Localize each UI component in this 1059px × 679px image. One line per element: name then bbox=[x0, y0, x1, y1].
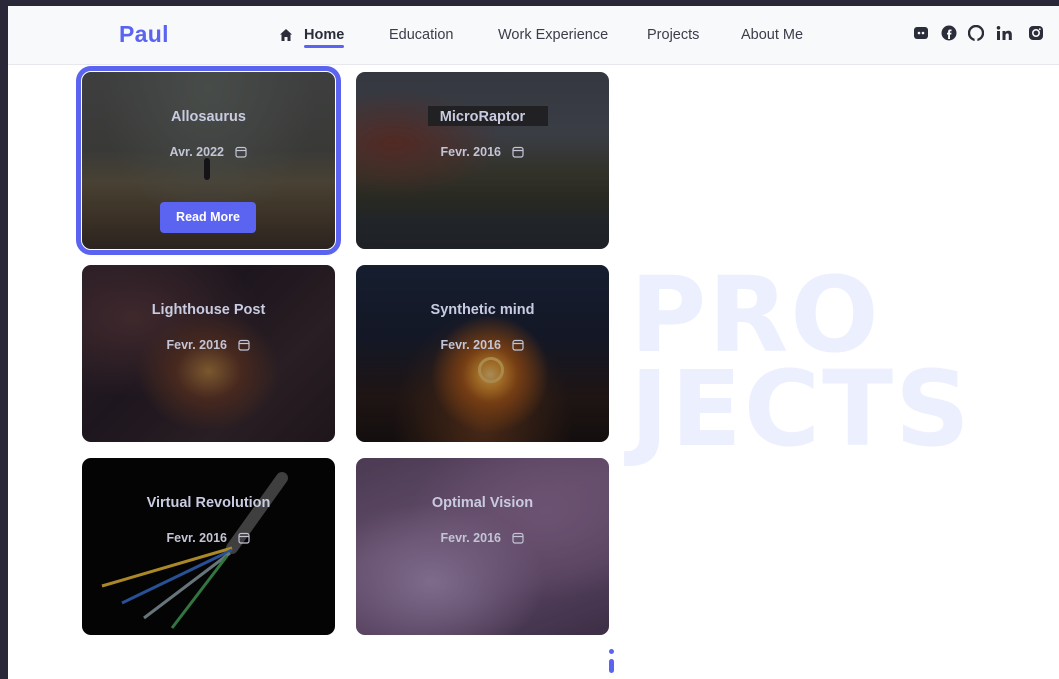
scroll-indicator-bar bbox=[609, 659, 614, 673]
nav-item-about-me[interactable]: About Me bbox=[741, 27, 803, 43]
scroll-indicator[interactable] bbox=[609, 649, 615, 679]
card-date-text: Fevr. 2016 bbox=[440, 531, 501, 545]
calendar-icon bbox=[235, 146, 248, 158]
card-date: Fevr. 2016 bbox=[82, 531, 335, 545]
project-card-lighthouse-post[interactable]: Lighthouse Post Fevr. 2016 bbox=[82, 265, 335, 442]
github-icon[interactable] bbox=[968, 25, 986, 43]
brand-logo[interactable]: Paul bbox=[119, 21, 169, 48]
card-title: Allosaurus bbox=[171, 109, 246, 125]
projects-watermark: PRO JECTS bbox=[630, 263, 972, 470]
card-date: Fevr. 2016 bbox=[356, 338, 609, 352]
scroll-indicator-dot bbox=[609, 649, 614, 654]
nav-item-home[interactable]: Home bbox=[304, 27, 345, 48]
card-date: Fevr. 2016 bbox=[356, 145, 609, 159]
project-card-allosaurus[interactable]: Allosaurus Avr. 2022 Read More bbox=[76, 66, 341, 255]
project-card-synthetic-mind[interactable]: Synthetic mind Fevr. 2016 bbox=[356, 265, 609, 442]
calendar-icon bbox=[512, 532, 525, 544]
instagram-icon[interactable] bbox=[1028, 25, 1046, 43]
card-date-text: Fevr. 2016 bbox=[166, 531, 227, 545]
linkedin-icon[interactable] bbox=[996, 25, 1014, 43]
card-date-text: Fevr. 2016 bbox=[440, 145, 501, 159]
card-date: Avr. 2022 bbox=[82, 145, 335, 159]
read-more-button[interactable]: Read More bbox=[160, 202, 256, 233]
card-title: MicroRaptor bbox=[439, 109, 526, 125]
project-card-virtual-revolution[interactable]: Virtual Revolution Fevr. 2016 bbox=[82, 458, 335, 635]
calendar-icon bbox=[238, 339, 251, 351]
project-card-microraptor[interactable]: MicroRaptor Fevr. 2016 bbox=[356, 72, 609, 249]
home-icon[interactable] bbox=[279, 28, 293, 42]
nav-item-projects[interactable]: Projects bbox=[647, 27, 699, 43]
project-card-optimal-vision[interactable]: Optimal Vision Fevr. 2016 bbox=[356, 458, 609, 635]
calendar-icon bbox=[238, 532, 251, 544]
calendar-icon bbox=[512, 339, 525, 351]
card-title: Synthetic mind bbox=[430, 302, 535, 318]
card-date-text: Fevr. 2016 bbox=[166, 338, 227, 352]
card-date-text: Avr. 2022 bbox=[169, 145, 224, 159]
calendar-icon bbox=[512, 146, 525, 158]
nav-item-work-experience[interactable]: Work Experience bbox=[498, 27, 608, 43]
discord-icon[interactable] bbox=[913, 25, 931, 43]
watermark-line-2: JECTS bbox=[630, 348, 972, 470]
app-window: Paul Home Education Work Experience Proj… bbox=[8, 6, 1059, 679]
card-date: Fevr. 2016 bbox=[82, 338, 335, 352]
top-navbar: Paul Home Education Work Experience Proj… bbox=[8, 6, 1059, 65]
card-title: Lighthouse Post bbox=[151, 302, 266, 318]
card-title: Optimal Vision bbox=[431, 495, 534, 511]
card-title: Virtual Revolution bbox=[146, 495, 271, 511]
facebook-icon[interactable] bbox=[941, 25, 959, 43]
card-date: Fevr. 2016 bbox=[356, 531, 609, 545]
nav-item-education[interactable]: Education bbox=[389, 27, 454, 43]
card-date-text: Fevr. 2016 bbox=[440, 338, 501, 352]
